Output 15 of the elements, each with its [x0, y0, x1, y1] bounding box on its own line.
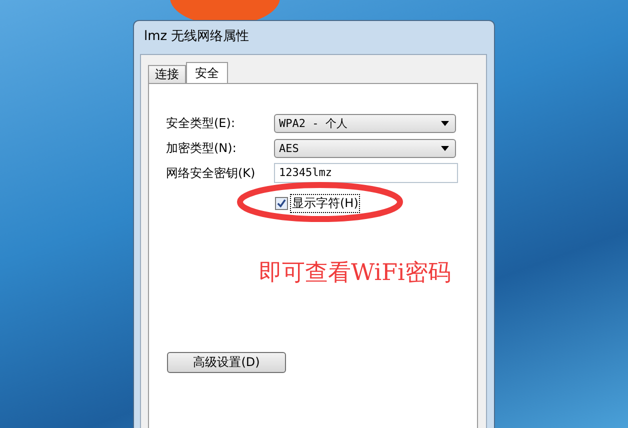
tab[interactable]: 安全 — [186, 62, 228, 84]
field-label: 加密类型(N): — [166, 140, 238, 156]
dropdown[interactable]: WPA2 - 个人 — [274, 114, 456, 132]
caret-icon — [441, 120, 449, 126]
field-label: 网络安全密钥(K) — [166, 164, 256, 182]
window-title: lmz 无线网络属性 — [144, 28, 250, 45]
input-field[interactable]: 12345lmz — [274, 163, 458, 183]
advanced-settings-button[interactable]: 高级设置(D) — [167, 352, 286, 373]
checkbox[interactable] — [275, 197, 288, 210]
field-label: 安全类型(E): — [166, 114, 236, 132]
tab[interactable]: 连接 — [148, 65, 186, 83]
annotation-text: 即可查看WiFi密码 — [259, 259, 452, 288]
caret-icon — [441, 146, 449, 150]
checkbox-label[interactable]: 显示字符(H) — [290, 194, 360, 213]
dropdown[interactable]: AES — [274, 138, 456, 158]
